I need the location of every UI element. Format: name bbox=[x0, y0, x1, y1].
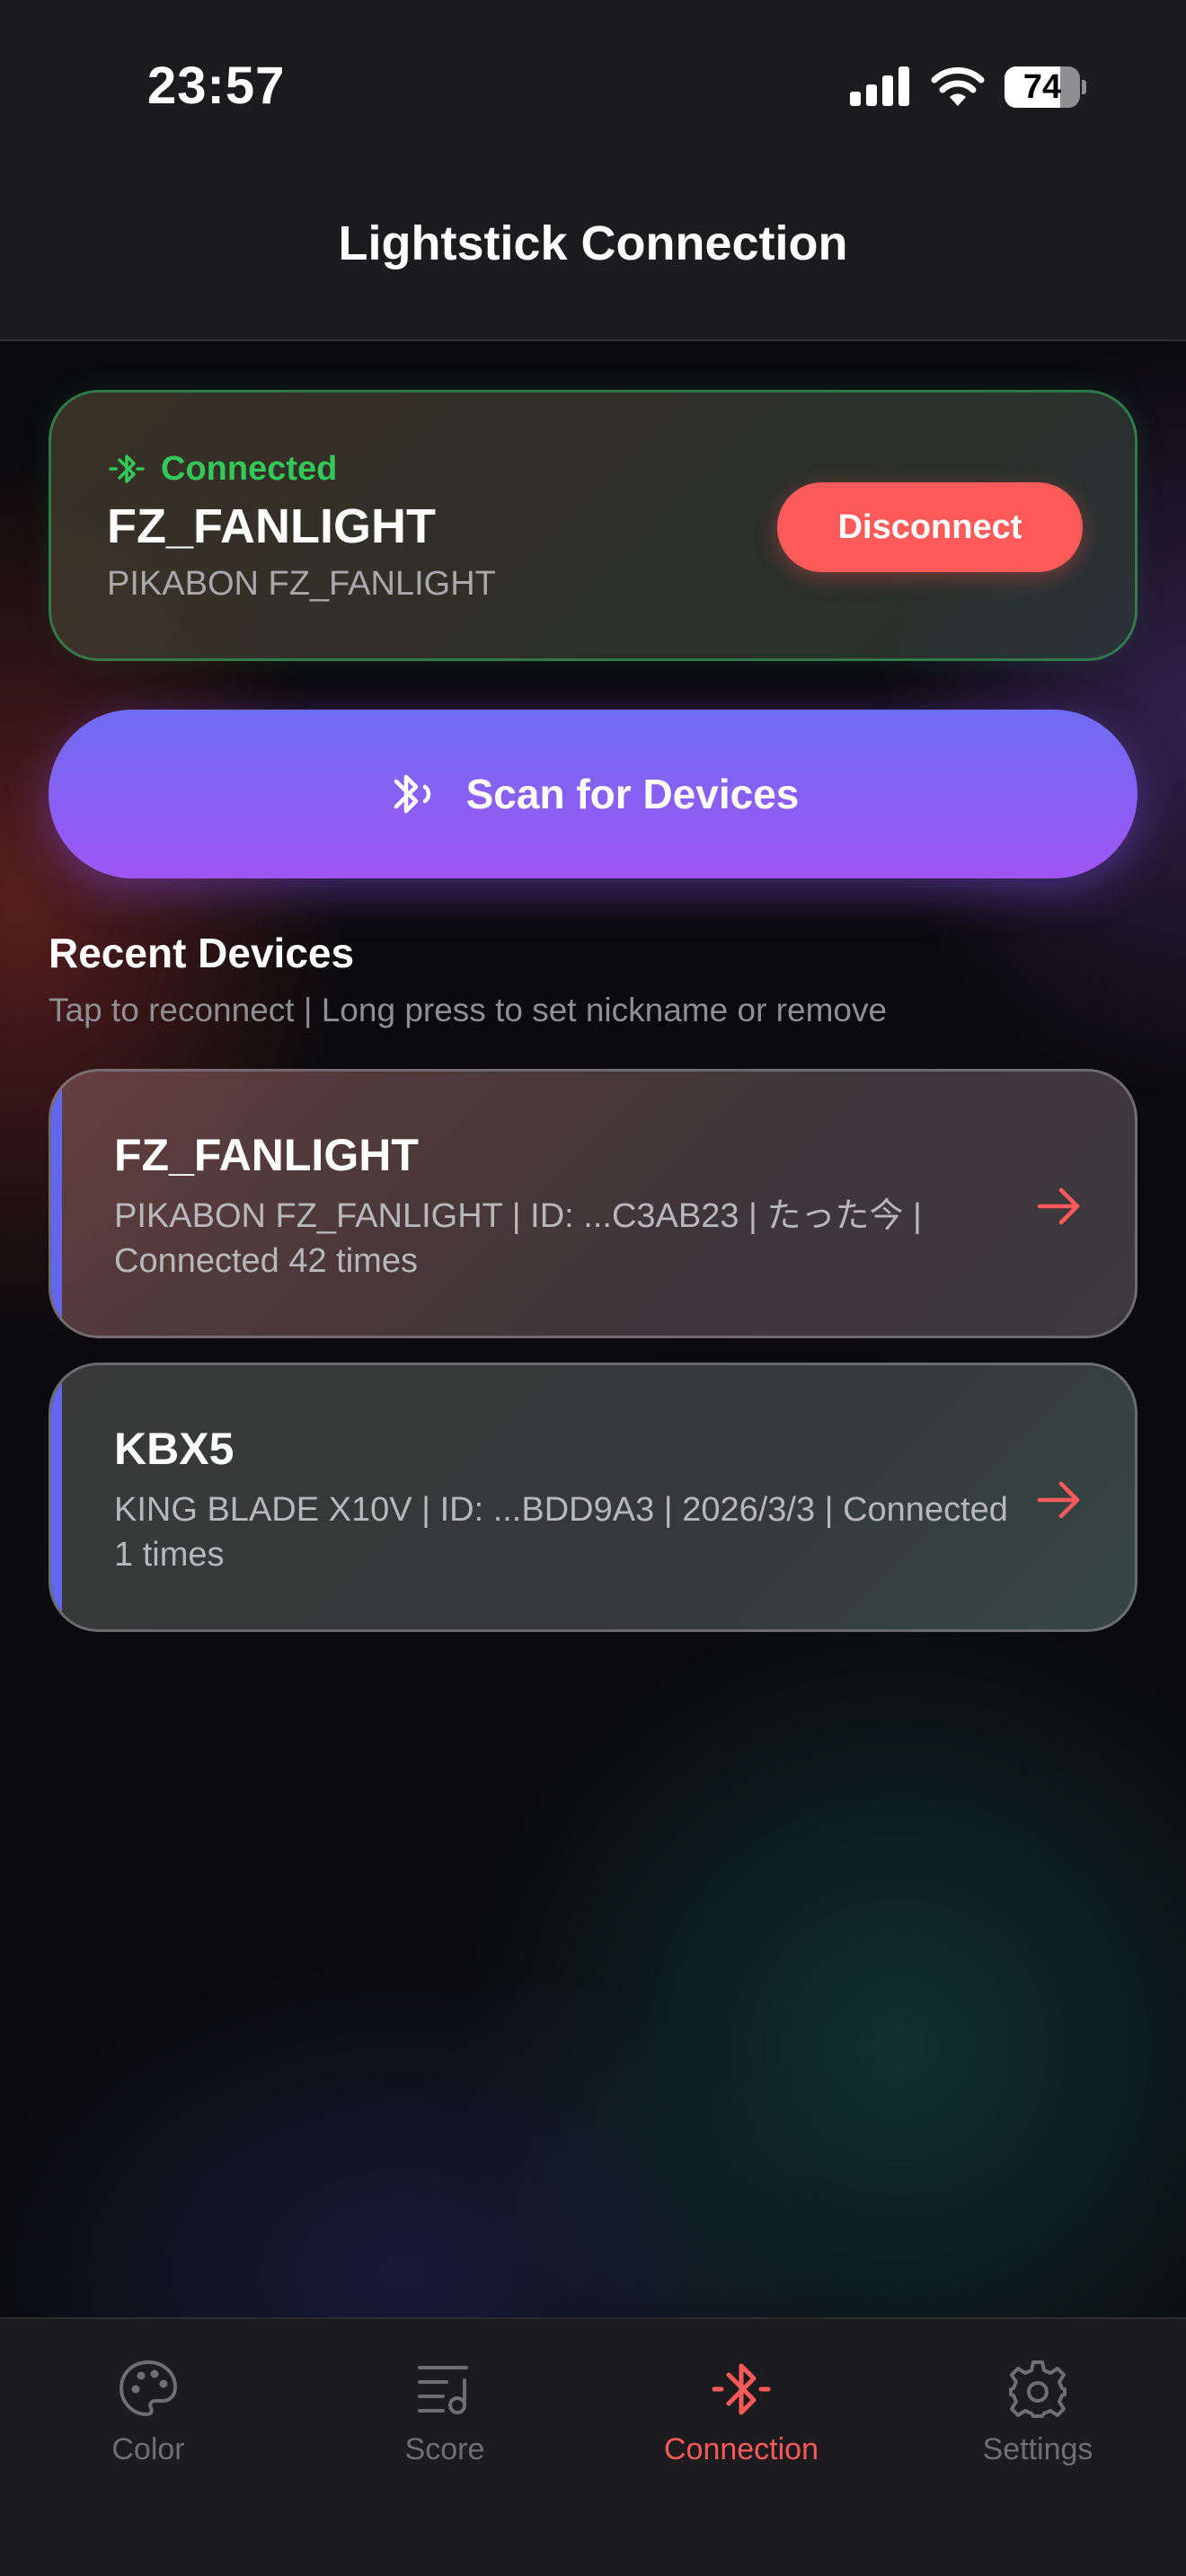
tab-label: Score bbox=[404, 2432, 485, 2466]
tab-color[interactable]: Color bbox=[0, 2355, 296, 2499]
bluetooth-connected-icon bbox=[109, 454, 145, 483]
bluetooth-scan-icon bbox=[394, 774, 430, 814]
tab-label: Connection bbox=[663, 2432, 819, 2466]
scan-button-label: Scan for Devices bbox=[465, 771, 800, 817]
disconnect-button[interactable]: Disconnect bbox=[777, 482, 1083, 572]
connected-device-name: FZ_FANLIGHT bbox=[107, 499, 436, 553]
connected-device-card: Connected FZ_FANLIGHT PIKABON FZ_FANLIGH… bbox=[49, 390, 1137, 661]
battery-icon: 74 bbox=[1005, 66, 1086, 108]
bluetooth-icon bbox=[712, 2363, 771, 2415]
tab-label: Color bbox=[111, 2432, 185, 2466]
battery-percent: 74 bbox=[1022, 68, 1062, 106]
connected-device-model: PIKABON FZ_FANLIGHT bbox=[107, 565, 496, 603]
recent-device-name: KBX5 bbox=[114, 1424, 235, 1474]
card-accent-bar bbox=[51, 1072, 62, 1336]
recent-device-item[interactable]: FZ_FANLIGHT PIKABON FZ_FANLIGHT | ID: ..… bbox=[49, 1069, 1137, 1338]
page-title: Lightstick Connection bbox=[338, 216, 848, 270]
palette-icon bbox=[119, 2360, 177, 2416]
scan-for-devices-button[interactable]: Scan for Devices bbox=[49, 710, 1137, 878]
score-icon bbox=[418, 2366, 468, 2414]
recent-device-info: KING BLADE X10V | ID: ...BDD9A3 | 2026/3… bbox=[114, 1491, 1008, 1574]
wifi-icon bbox=[931, 66, 985, 106]
arrow-right-icon bbox=[1037, 1481, 1080, 1519]
gear-icon bbox=[1009, 2360, 1067, 2418]
status-time: 23:57 bbox=[147, 57, 286, 115]
card-accent-bar bbox=[51, 1365, 62, 1629]
arrow-right-icon bbox=[1037, 1187, 1080, 1225]
recent-devices-heading: Recent Devices bbox=[49, 930, 355, 976]
tab-bar: Color Score Connection Settings bbox=[0, 2317, 1186, 2576]
connection-status-label: Connected bbox=[161, 449, 338, 488]
recent-device-item[interactable]: KBX5 KING BLADE X10V | ID: ...BDD9A3 | 2… bbox=[49, 1363, 1137, 1632]
tab-score[interactable]: Score bbox=[296, 2355, 593, 2499]
recent-device-name: FZ_FANLIGHT bbox=[114, 1130, 419, 1180]
tab-connection[interactable]: Connection bbox=[593, 2355, 890, 2499]
status-bar: 23:57 74 bbox=[0, 0, 1186, 171]
nav-header: Lightstick Connection bbox=[0, 171, 1186, 341]
tab-label: Settings bbox=[982, 2432, 1093, 2466]
recent-devices-hint: Tap to reconnect | Long press to set nic… bbox=[49, 992, 888, 1028]
cellular-signal-icon bbox=[850, 66, 909, 106]
tab-settings[interactable]: Settings bbox=[890, 2355, 1186, 2499]
connection-status: Connected bbox=[107, 448, 337, 490]
recent-device-info: PIKABON FZ_FANLIGHT | ID: ...C3AB23 | たっ… bbox=[114, 1197, 922, 1280]
